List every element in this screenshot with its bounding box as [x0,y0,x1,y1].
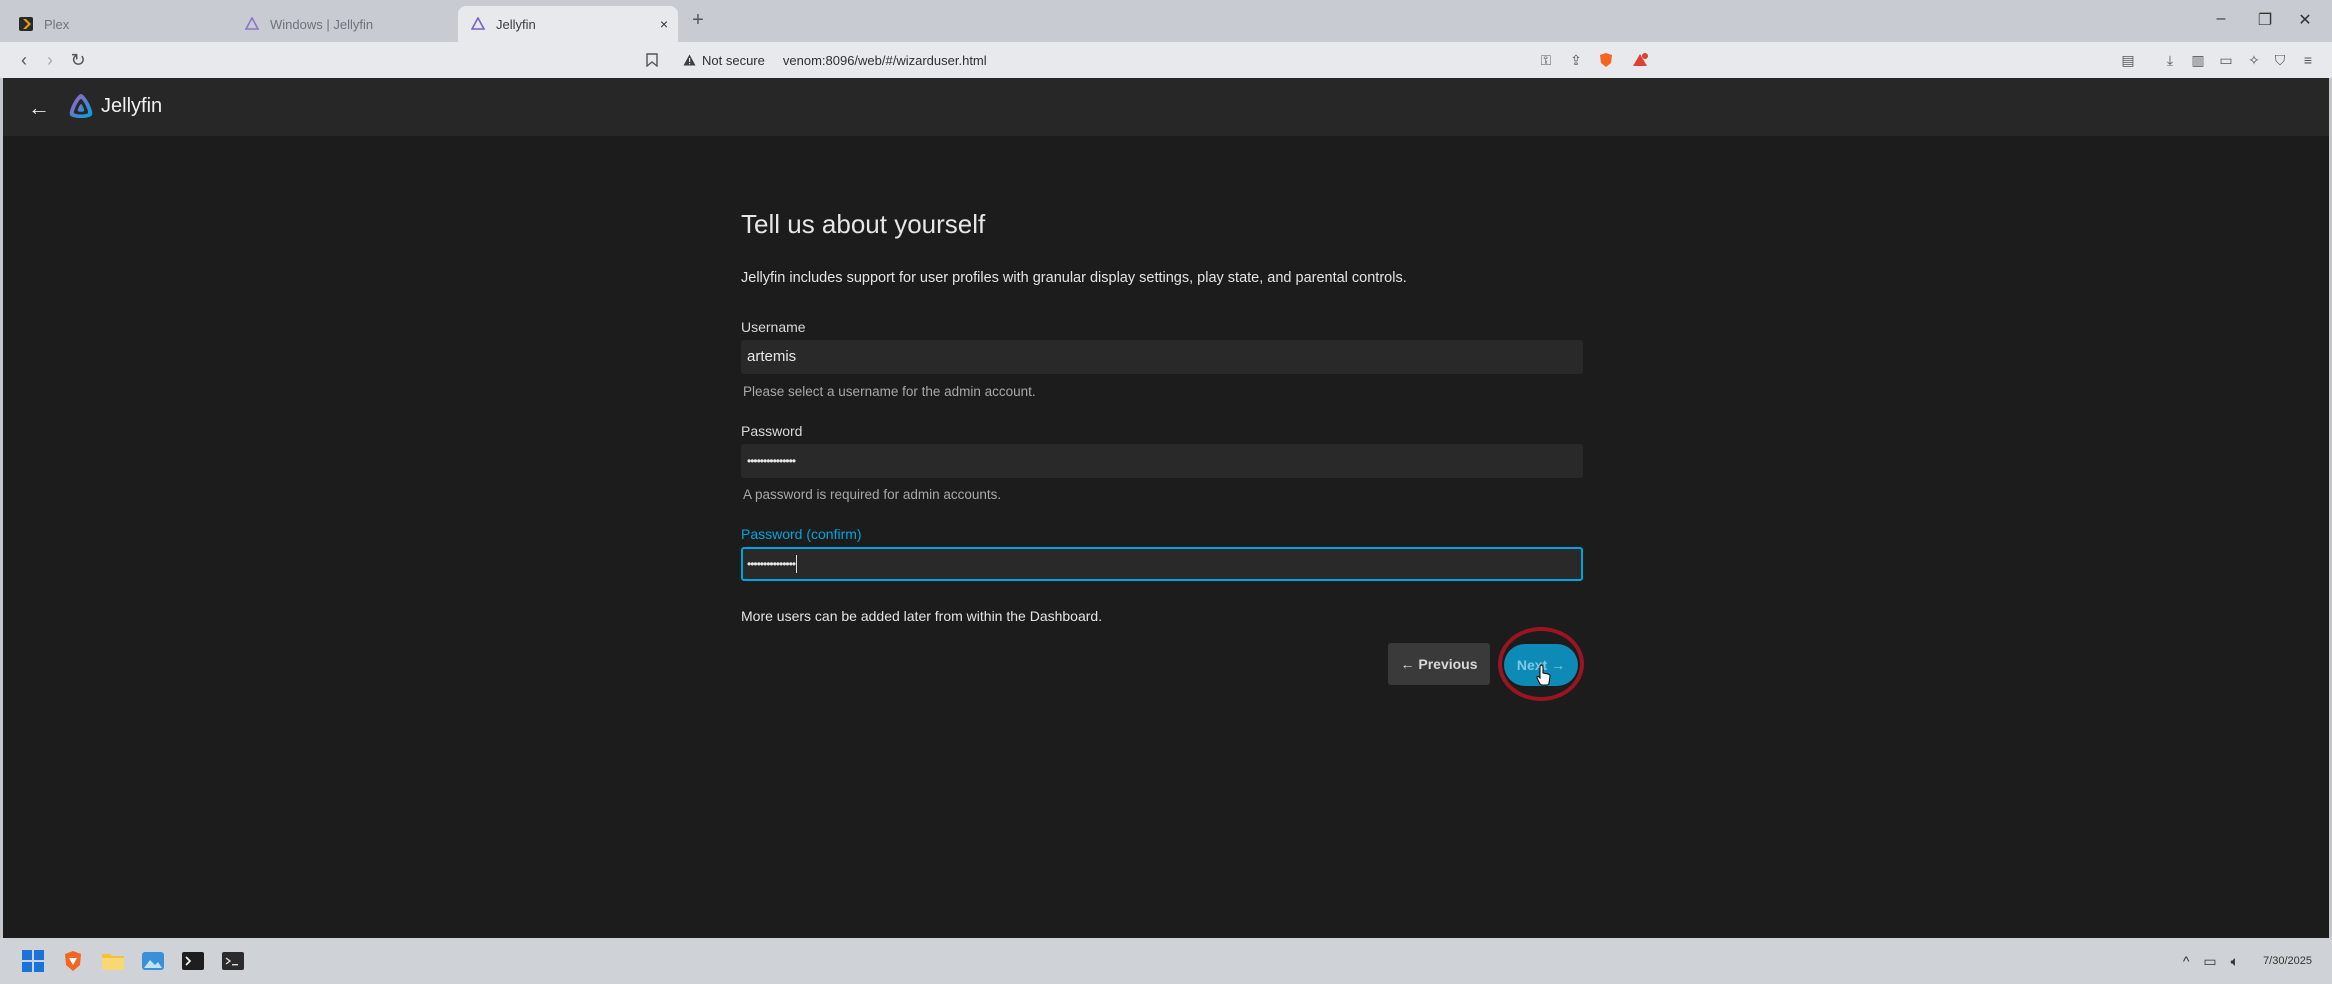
jellyfin-logo[interactable]: Jellyfin [67,92,162,120]
windows-taskbar: ^ ▭ 🔈︎ 7/30/2025 [0,938,2332,984]
password-label: Password [741,423,803,439]
forward-button[interactable]: › [38,48,62,72]
sidebar-icon[interactable]: ▥ [2188,50,2208,70]
username-value: artemis [747,348,797,365]
jellyfin-logo-icon [69,94,93,118]
file-explorer-icon[interactable] [98,946,128,976]
tab-windows-jellyfin[interactable]: Windows | Jellyfin [232,6,458,42]
menu-icon[interactable]: ≡ [2298,50,2318,70]
password-value: ••••••••••••••• [747,454,796,468]
command-prompt-icon[interactable] [218,946,248,976]
tab-title: Windows | Jellyfin [270,16,374,32]
back-button[interactable]: ‹ [12,48,36,72]
jellyfin-icon [244,16,260,32]
plex-icon [18,16,34,32]
volume-icon[interactable]: 🔈︎ [2231,953,2239,970]
previous-label: ← Previous [1400,656,1478,672]
wallet-icon[interactable]: ▭ [2216,50,2236,70]
brave-rewards-icon[interactable] [1630,50,1650,70]
new-tab-button[interactable]: + [686,9,710,32]
brave-shields-icon[interactable] [1596,50,1616,70]
minimize-button[interactable]: – [2208,10,2234,28]
tab-title: Plex [44,16,70,32]
more-users-note: More users can be added later from withi… [741,608,1103,624]
username-input[interactable]: artemis [741,340,1583,374]
password-input[interactable]: ••••••••••••••• [741,444,1583,478]
restore-button[interactable]: ❐ [2252,10,2278,30]
screen: Plex Windows | Jellyfin Jellyfin × + – ❐… [0,0,2332,984]
text-caret [796,555,798,574]
tab-jellyfin[interactable]: Jellyfin × [458,6,678,42]
browser-toolbar: ‹ › ↻ Not secure venom:8096/web/#/wizard… [0,42,2332,78]
terminal-icon[interactable] [178,946,208,976]
jellyfin-icon [470,16,486,32]
reader-icon[interactable]: ▤ [2118,50,2138,70]
windows-start-icon[interactable] [18,946,48,976]
brand-name: Jellyfin [101,94,163,117]
security-label: Not secure [702,52,765,68]
tab-plex[interactable]: Plex [6,6,234,42]
tab-title: Jellyfin [496,16,536,32]
vpn-icon[interactable]: ⛉ [2270,50,2290,70]
url-text: venom:8096/web/#/wizarduser.html [782,52,987,68]
chevron-up-icon[interactable]: ^ [2183,953,2190,969]
bookmark-icon[interactable] [642,50,662,70]
close-tab-icon[interactable]: × [660,16,668,32]
password-confirm-value: ••••••••••••••• [747,557,796,571]
share-icon[interactable]: ⇪ [1566,50,1586,70]
password-helper-text: A password is required for admin account… [743,487,1002,502]
network-icon[interactable]: ▭ [2203,953,2216,970]
key-icon[interactable]: ⚿ [1536,50,1556,70]
close-window-button[interactable]: ✕ [2292,10,2318,30]
username-label: Username [741,319,806,335]
system-tray: ^ ▭ 🔈︎ 7/30/2025 [2183,946,2312,976]
username-helper-text: Please select a username for the admin a… [743,384,1036,399]
photos-icon[interactable] [138,946,168,976]
reload-button[interactable]: ↻ [66,48,90,72]
clock-date[interactable]: 7/30/2025 [2263,955,2312,967]
intro-text: Jellyfin includes support for user profi… [741,270,1407,286]
page-title: Tell us about yourself [741,209,986,239]
leo-icon[interactable]: ✧ [2244,50,2264,70]
brave-browser-icon[interactable] [58,946,88,976]
jellyfin-page: ← Jellyfin Tell us about yourself Jellyf… [3,78,2329,938]
downloads-icon[interactable]: ⤓ [2160,50,2180,70]
address-bar[interactable]: Not secure venom:8096/web/#/wizarduser.h… [670,46,1650,74]
mouse-pointer-icon [1536,664,1552,691]
header-back-button[interactable]: ← [25,94,53,122]
password-confirm-input[interactable]: ••••••••••••••• [741,547,1583,581]
app-header: ← Jellyfin [3,78,2329,136]
password-confirm-label: Password (confirm) [741,526,862,542]
previous-button[interactable]: ← Previous [1388,643,1490,685]
browser-tab-strip: Plex Windows | Jellyfin Jellyfin × + – ❐… [0,0,2332,42]
warning-icon [682,53,696,67]
